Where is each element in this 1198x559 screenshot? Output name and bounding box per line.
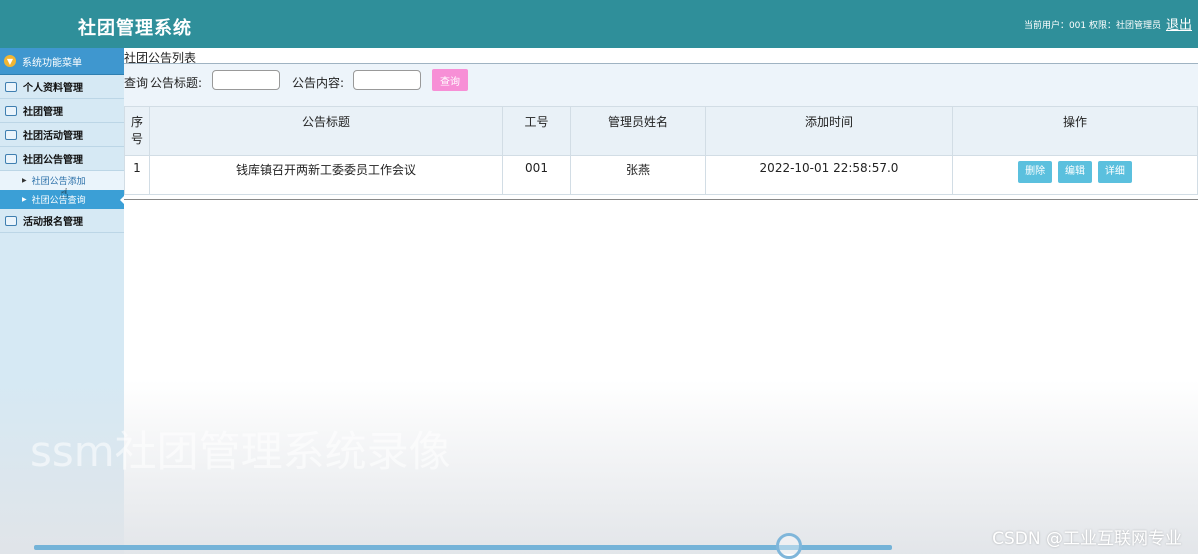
sidebar-item-activities[interactable]: 社团活动管理 <box>0 123 124 147</box>
title-search-label: 公告标题: <box>150 76 203 90</box>
cell-title: 钱库镇召开两新工委委员工作会议 <box>149 155 503 195</box>
video-watermark: ssm社团管理系统录像 <box>30 427 451 476</box>
cell-staff-id: 001 <box>502 155 571 195</box>
cell-index: 1 <box>124 155 150 195</box>
triangle-right-icon: ▶ <box>22 177 27 184</box>
sidebar-subitem-label: 社团公告查询 <box>31 196 86 206</box>
sidebar-item-label: 活动报名管理 <box>23 217 83 228</box>
sidebar-item-clubs[interactable]: 社团管理 <box>0 99 124 123</box>
current-user-info: 当前用户：001 权限：社团管理员 <box>1023 21 1161 31</box>
search-button[interactable]: 查询 <box>432 69 468 91</box>
column-header-admin-name: 管理员姓名 <box>570 106 706 156</box>
app-header: 社团管理系统 当前用户：001 权限：社团管理员 退出 <box>0 0 1198 48</box>
triangle-right-icon: ▶ <box>22 196 27 203</box>
sidebar-item-announcements[interactable]: 社团公告管理 <box>0 147 124 171</box>
menu-header[interactable]: ▼ 系统功能菜单 <box>0 48 124 75</box>
chevron-down-icon: ▼ <box>4 55 16 67</box>
search-bar: 查询 公告标题: 公告内容: 查询 <box>124 63 1198 107</box>
column-header-actions: 操作 <box>952 106 1198 156</box>
detail-button[interactable]: 详细 <box>1097 161 1132 183</box>
content-search-label: 公告内容: <box>292 76 345 90</box>
delete-button[interactable]: 删除 <box>1018 161 1053 183</box>
sidebar-item-label: 社团活动管理 <box>23 131 83 142</box>
chat-icon <box>5 81 17 92</box>
column-header-added-time: 添加时间 <box>705 106 953 156</box>
menu-title: 系统功能菜单 <box>22 57 82 69</box>
query-label: 查询 <box>124 76 149 90</box>
sidebar-item-label: 个人资料管理 <box>23 83 83 94</box>
chat-icon <box>5 215 17 226</box>
sidebar-item-profile[interactable]: 个人资料管理 <box>0 75 124 99</box>
announcement-table: 序号 公告标题 工号 管理员姓名 添加时间 操作 1 钱库镇召开两新工委委员工作… <box>124 106 1198 200</box>
sidebar-item-registrations[interactable]: 活动报名管理 <box>0 209 124 233</box>
logout-link[interactable]: 退出 <box>1166 14 1192 33</box>
column-header-staff-id: 工号 <box>502 106 571 156</box>
title-search-input[interactable] <box>212 70 280 90</box>
video-progress-handle[interactable] <box>776 533 803 559</box>
cell-added-time: 2022-10-01 22:58:57.0 <box>705 155 953 195</box>
video-progress-bar[interactable] <box>34 545 892 550</box>
column-header-index: 序号 <box>124 106 150 156</box>
hand-cursor-icon: ☝ <box>60 186 69 202</box>
edit-button[interactable]: 编辑 <box>1058 161 1092 183</box>
chat-icon <box>5 129 17 140</box>
table-row: 1 钱库镇召开两新工委委员工作会议 001 张燕 2022-10-01 22:5… <box>124 155 1198 195</box>
app-title: 社团管理系统 <box>78 18 192 39</box>
sidebar-subitem-label: 社团公告添加 <box>31 177 86 187</box>
cell-actions: 删除 编辑 详细 <box>952 155 1198 195</box>
table-header-row: 序号 公告标题 工号 管理员姓名 添加时间 操作 <box>124 106 1198 156</box>
sidebar-item-label: 社团管理 <box>23 107 63 118</box>
sidebar-item-label: 社团公告管理 <box>23 155 83 166</box>
csdn-watermark: CSDN @工业互联网专业 <box>992 529 1182 549</box>
column-header-title: 公告标题 <box>149 106 503 156</box>
cell-admin-name: 张燕 <box>570 155 706 195</box>
content-search-input[interactable] <box>353 70 421 90</box>
chat-icon <box>5 153 17 164</box>
chat-icon <box>5 105 17 116</box>
